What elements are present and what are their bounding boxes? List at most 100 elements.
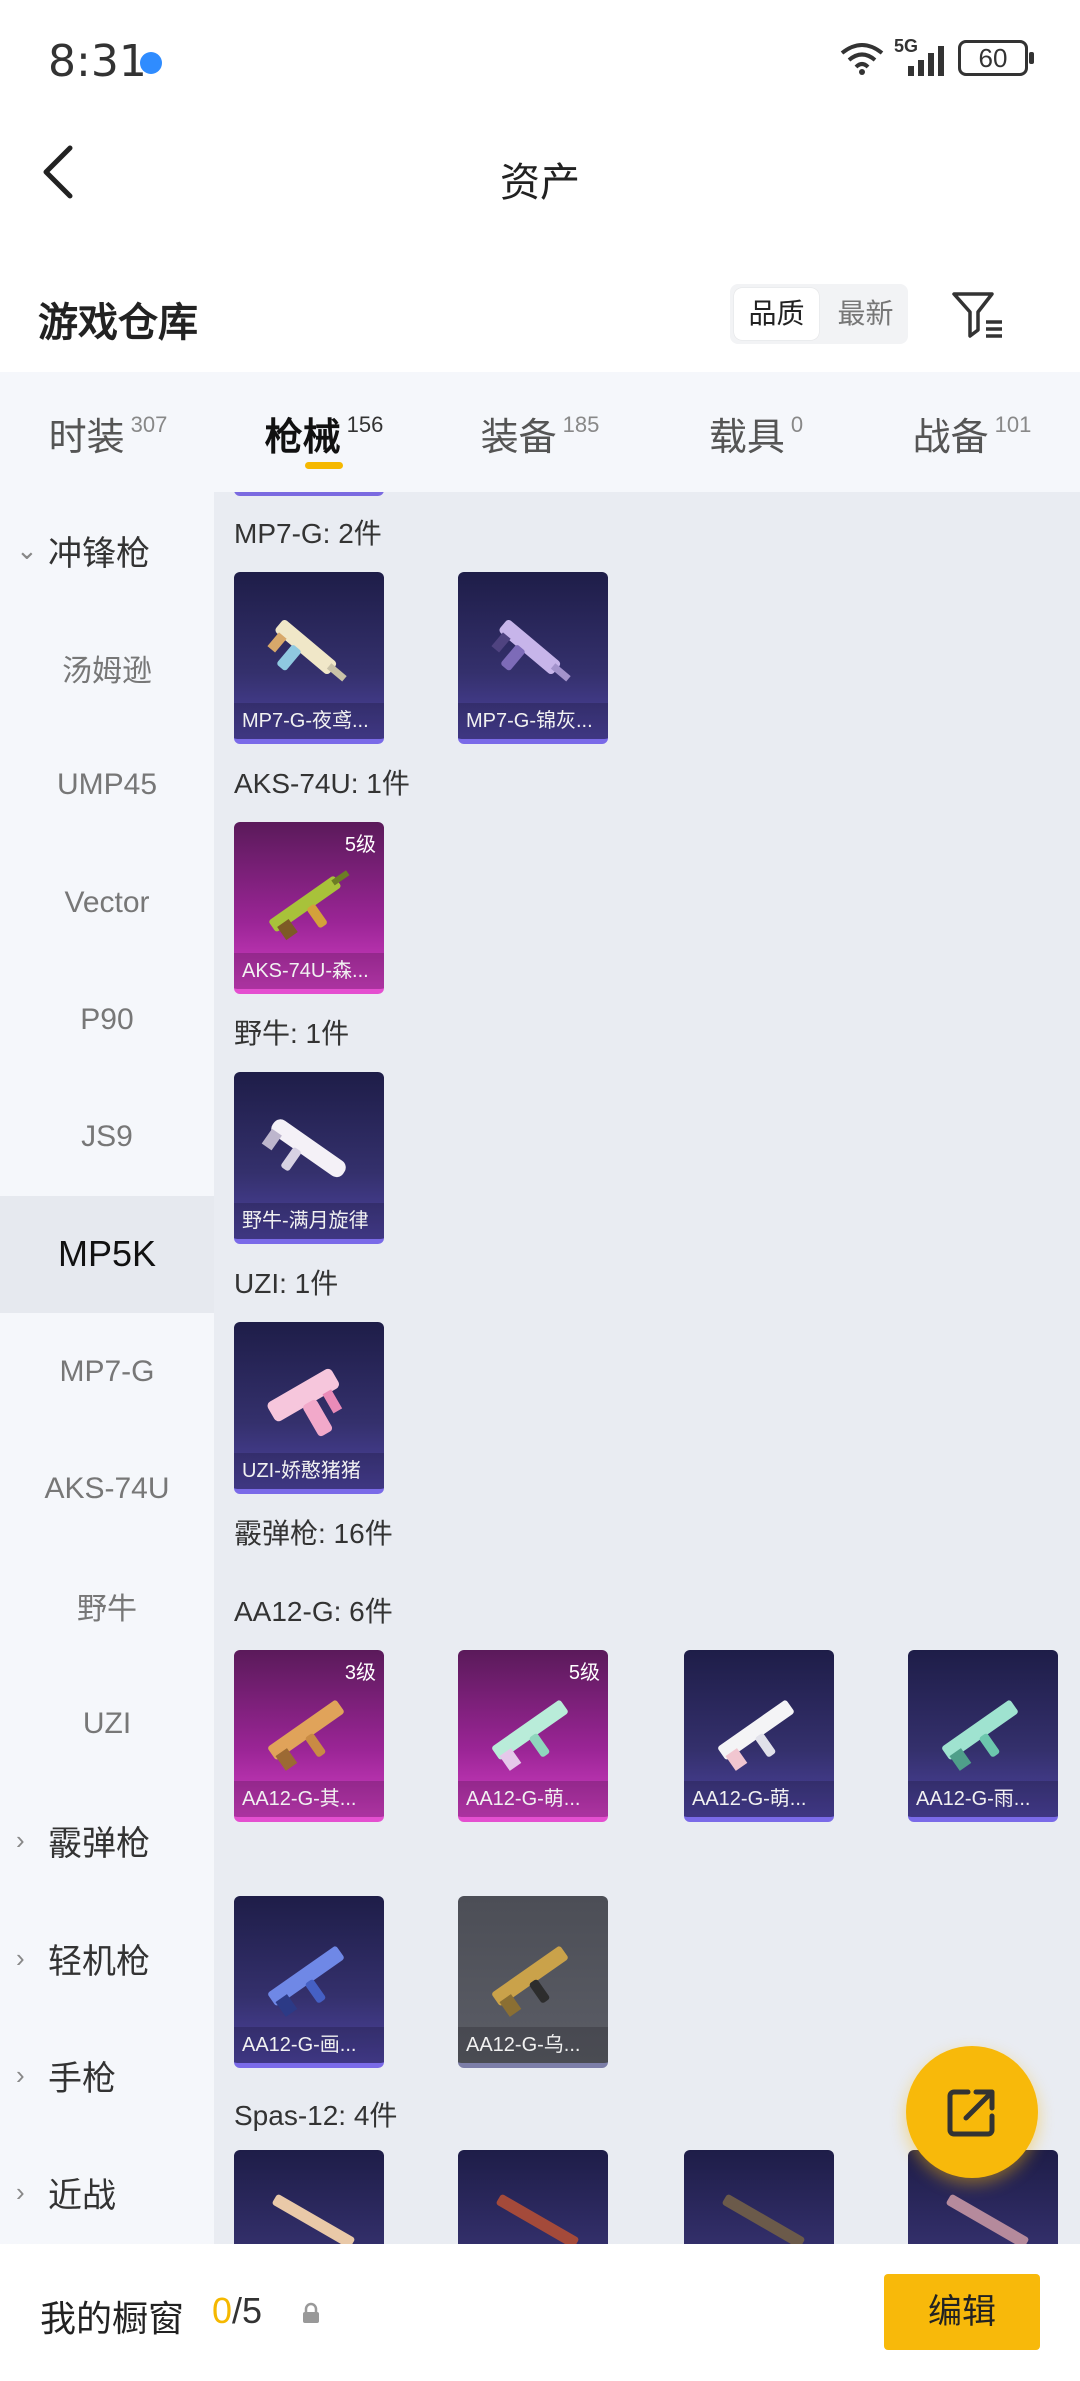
group-label: AA12-G: 6件	[234, 1596, 393, 1627]
sidebar-item-label: 冲锋枪	[48, 535, 150, 574]
shotgun-skin-icon	[492, 1700, 568, 1771]
sidebar-category-melee[interactable]: › 近战	[0, 2134, 214, 2251]
weapon-card[interactable]: 野牛-满月旋律	[234, 1072, 384, 1244]
pistol-skin-icon	[267, 1368, 343, 1437]
sidebar-category-lmg[interactable]: › 轻机枪	[0, 1900, 214, 2017]
edit-button[interactable]: 编辑	[884, 2274, 1040, 2350]
weapon-type-sidebar: ⌄ 冲锋枪 汤姆逊 UMP45 Vector P90 JS9 MP5K MP7-G…	[0, 492, 214, 2244]
tab-label: 战备	[912, 417, 989, 459]
active-tab-indicator	[305, 462, 343, 469]
weapon-card-partial	[234, 492, 384, 496]
battery-icon: 60	[958, 40, 1034, 76]
smg-skin-icon	[261, 1119, 346, 1178]
tab-equipment[interactable]: 装备 185	[432, 372, 648, 492]
share-button[interactable]	[906, 2046, 1038, 2178]
tab-firearms[interactable]: 枪械 156	[216, 372, 432, 492]
group-label: UZI: 1件	[234, 1268, 339, 1299]
app-notification-icon	[140, 52, 162, 74]
smg-skin-icon	[267, 620, 347, 682]
tab-vehicles[interactable]: 载具 0	[648, 372, 864, 492]
group-label: AKS-74U: 1件	[234, 768, 410, 799]
sidebar-item-bizon[interactable]: 野牛	[0, 1548, 214, 1665]
sidebar-item-label: 霰弹枪	[48, 1825, 150, 1864]
weapon-card[interactable]: AA12-G-雨...	[908, 1650, 1058, 1822]
shotgun-skin-icon	[268, 1946, 344, 2017]
shotgun-skin-icon	[722, 2194, 805, 2244]
sidebar-category-smg[interactable]: ⌄ 冲锋枪	[0, 492, 214, 609]
tab-label: 装备	[480, 417, 557, 459]
weapon-card[interactable]: AA12-G-乌...	[458, 1896, 608, 2068]
category-tabs: 时装 307 枪械 156 装备 185 载具 0 战备 101	[0, 372, 1080, 492]
sidebar-item-ump45[interactable]: UMP45	[0, 727, 214, 844]
weapon-card-name: 野牛-满月旋律	[234, 1203, 384, 1239]
showcase-total: /5	[232, 2290, 263, 2331]
lock-icon	[303, 2302, 319, 2323]
sidebar-category-shotgun[interactable]: › 霰弹枪	[0, 1782, 214, 1899]
weapon-card[interactable]: 5级 AA12-G-萌...	[458, 1650, 608, 1822]
tab-count: 156	[346, 412, 384, 437]
sidebar-item-mp5k[interactable]: MP5K	[0, 1195, 214, 1314]
chevron-right-icon: ›	[16, 2177, 25, 2208]
chevron-right-icon: ›	[16, 2060, 25, 2090]
sort-newest-option[interactable]: 最新	[823, 284, 908, 344]
sidebar-item-p90[interactable]: P90	[0, 961, 214, 1078]
chevron-right-icon: ›	[16, 1825, 25, 1856]
weapon-card-name: AA12-G-其...	[234, 1781, 384, 1817]
filter-icon	[952, 292, 1002, 338]
sidebar-item-thompson[interactable]: 汤姆逊	[0, 609, 214, 726]
tab-count: 0	[790, 412, 804, 437]
status-time: 8:31	[48, 36, 147, 87]
weapon-card-name: AA12-G-乌...	[458, 2027, 608, 2063]
weapon-card[interactable]: AA12-G-萌...	[684, 1650, 834, 1822]
cellular-signal-icon: 5G	[894, 36, 948, 76]
tab-count: 307	[130, 412, 168, 437]
tab-fashion[interactable]: 时装 307	[0, 372, 216, 492]
sidebar-item-mp7g[interactable]: MP7-G	[0, 1313, 214, 1430]
page-title: 资产	[500, 161, 580, 205]
tab-supplies[interactable]: 战备 101	[864, 372, 1080, 492]
weapon-card[interactable]	[684, 2150, 834, 2244]
sidebar-item-uzi[interactable]: UZI	[0, 1665, 214, 1782]
weapon-card-name: AKS-74U-森...	[234, 953, 384, 989]
shotgun-skin-icon	[268, 1700, 344, 1771]
sidebar-item-aks74u[interactable]: AKS-74U	[0, 1430, 214, 1547]
filter-button[interactable]	[948, 284, 1008, 344]
showcase-used: 0	[212, 2290, 233, 2331]
showcase-label: 我的橱窗	[40, 2298, 185, 2339]
shotgun-skin-icon	[272, 2194, 355, 2244]
weapon-card[interactable]: UZI-娇憨猪猪	[234, 1322, 384, 1494]
section-header: 游戏仓库 品质 最新	[0, 270, 1080, 370]
chevron-down-icon: ⌄	[16, 535, 38, 566]
share-icon	[947, 2089, 995, 2137]
shotgun-skin-icon	[718, 1700, 794, 1771]
weapon-card-name: MP7-G-锦灰...	[458, 703, 608, 739]
weapon-card[interactable]: 3级 AA12-G-其...	[234, 1650, 384, 1822]
weapon-card[interactable]: AA12-G-画...	[234, 1896, 384, 2068]
smg-skin-icon	[491, 620, 571, 682]
sidebar-item-js9[interactable]: JS9	[0, 1078, 214, 1195]
category-count-label: 霰弹枪: 16件	[234, 1518, 393, 1549]
weapon-card-name: UZI-娇憨猪猪	[234, 1453, 384, 1489]
title-bar: 资产	[0, 120, 1080, 230]
chevron-right-icon: ›	[16, 1942, 25, 1973]
weapon-card[interactable]: MP7-G-锦灰...	[458, 572, 608, 744]
weapon-card[interactable]: 5级 AKS-74U-森...	[234, 822, 384, 994]
shotgun-skin-icon	[942, 1700, 1018, 1771]
rifle-skin-icon	[269, 870, 350, 941]
weapon-content-list[interactable]: MP7-G: 2件 MP7-G-夜鸢... MP7-G-锦灰... AKS-74…	[214, 492, 1080, 2244]
weapon-card[interactable]	[234, 2150, 384, 2244]
sidebar-item-vector[interactable]: Vector	[0, 844, 214, 961]
group-label: MP7-G: 2件	[234, 518, 382, 549]
sidebar-category-pistol[interactable]: › 手枪	[0, 2017, 214, 2134]
weapon-card[interactable]	[458, 2150, 608, 2244]
group-label: Spas-12: 4件	[234, 2100, 398, 2131]
tab-count: 101	[994, 412, 1032, 437]
tab-label: 载具	[708, 417, 785, 459]
wifi-icon	[840, 43, 884, 75]
weapon-card[interactable]: MP7-G-夜鸢...	[234, 572, 384, 744]
weapon-card-name: AA12-G-雨...	[908, 1781, 1058, 1817]
shotgun-skin-icon	[496, 2194, 579, 2244]
section-title: 游戏仓库	[38, 301, 198, 345]
sort-quality-option[interactable]: 品质	[734, 288, 819, 340]
weapon-card-name: MP7-G-夜鸢...	[234, 703, 384, 739]
